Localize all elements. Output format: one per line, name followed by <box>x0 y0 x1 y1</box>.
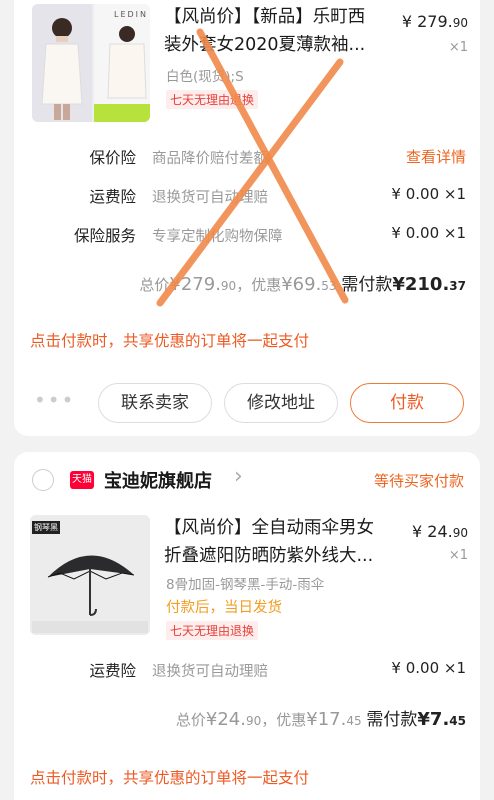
order-total-summary: 总价¥279.90，优惠¥69.53 需付款¥210.37 <box>139 270 466 295</box>
order-card-1: LEDIN 【风尚价】【新品】乐町西 装外套女2020夏薄款袖... ¥ 279… <box>14 0 480 436</box>
need-pay-amount: ¥7. <box>417 709 450 730</box>
price-decimal: 90 <box>452 16 468 30</box>
row-value-shipping-insurance: ¥ 0.00 ×1 <box>391 185 466 203</box>
need-pay-amount: ¥210. <box>392 274 450 295</box>
product-qty: ×1 <box>448 40 468 55</box>
row-desc-shipping-insurance: 退换货可自动理赔 <box>152 664 268 680</box>
product-title-line2: 折叠遮阳防晒防紫外线大... <box>164 546 374 566</box>
product-sku: 8骨加固-钢琴黑-手动-雨伞 <box>166 577 325 593</box>
order-card-2: 天猫 宝迪妮旗舰店 › 等待买家付款 钢琴黑 【风尚价】全自动雨伞男女 折叠遮阳… <box>14 452 480 800</box>
total-label: 总价 <box>175 711 206 729</box>
combined-pay-notice: 点击付款时，共享优惠的订单将一起支付 <box>30 332 310 350</box>
tmall-badge-icon: 天猫 <box>70 471 94 489</box>
product-thumbnail-blazer[interactable]: LEDIN <box>32 4 150 122</box>
row-label-insurance-service: 保险服务 <box>73 227 136 245</box>
discount-label: ，优惠 <box>261 711 307 729</box>
order-total-summary: 总价¥24.90，优惠¥17.45 需付款¥7.45 <box>176 705 466 730</box>
product-title-line2: 装外套女2020夏薄款袖... <box>164 35 366 55</box>
discount-amount-decimal: 53 <box>321 279 337 293</box>
return-badge: 七天无理由退换 <box>166 621 259 640</box>
product-qty: ×1 <box>448 548 468 563</box>
price-decimal: 90 <box>452 526 468 540</box>
chevron-right-icon[interactable]: › <box>234 464 243 489</box>
order-status: 等待买家付款 <box>373 472 464 490</box>
row-label-shipping-insurance: 运费险 <box>89 662 136 680</box>
discount-amount: ¥17. <box>306 709 347 730</box>
product-title[interactable]: 【风尚价】【新品】乐町西 装外套女2020夏薄款袖... <box>164 3 396 59</box>
view-details-link[interactable]: 查看详情 <box>406 146 466 167</box>
price-main: ¥ 279. <box>401 12 453 31</box>
return-badge: 七天无理由退换 <box>166 90 259 109</box>
product-thumbnail-umbrella[interactable]: 钢琴黑 <box>30 515 150 635</box>
product-price: ¥ 24.90 <box>412 522 468 541</box>
combined-pay-notice: 点击付款时，共享优惠的订单将一起支付 <box>30 769 310 787</box>
need-pay-decimal: 37 <box>449 279 466 293</box>
shipping-info: 付款后，当日发货 <box>166 600 282 616</box>
thumb-color-tag: 钢琴黑 <box>32 521 60 534</box>
modify-address-button[interactable]: 修改地址 <box>224 383 338 423</box>
row-label-shipping-insurance: 运费险 <box>89 188 136 206</box>
product-price: ¥ 279.90 <box>402 12 468 31</box>
more-options-icon[interactable]: ••• <box>34 388 75 412</box>
total-amount-decimal: 90 <box>245 714 262 728</box>
need-pay-label: 需付款 <box>341 275 393 295</box>
pay-button[interactable]: 付款 <box>350 383 464 423</box>
row-label-price-protection: 保价险 <box>89 149 136 167</box>
discount-amount: ¥69. <box>281 274 322 295</box>
total-label: 总价 <box>139 276 170 294</box>
product-title[interactable]: 【风尚价】全自动雨伞男女 折叠遮阳防晒防紫外线大... <box>164 514 396 570</box>
row-value-insurance-service: ¥ 0.00 ×1 <box>391 224 466 242</box>
shop-name[interactable]: 宝迪妮旗舰店 <box>104 467 212 493</box>
product-title-line1: 【风尚价】【新品】乐町西 <box>164 7 366 27</box>
row-value-shipping-insurance: ¥ 0.00 ×1 <box>391 659 466 677</box>
product-sku: 白色(现货);S <box>166 69 244 85</box>
thumb-brand-text: LEDIN <box>114 10 149 19</box>
row-desc-price-protection: 商品降价赔付差额 <box>152 151 268 167</box>
row-desc-shipping-insurance: 退换货可自动理赔 <box>152 190 268 206</box>
contact-seller-button[interactable]: 联系卖家 <box>98 383 212 423</box>
discount-label: ，优惠 <box>236 276 282 294</box>
row-desc-insurance-service: 专享定制化购物保障 <box>152 229 283 245</box>
total-amount: ¥279. <box>169 274 221 295</box>
need-pay-label: 需付款 <box>366 710 418 730</box>
total-amount-decimal: 90 <box>220 279 237 293</box>
total-amount: ¥24. <box>205 709 246 730</box>
discount-amount-decimal: 45 <box>346 714 362 728</box>
select-order-radio[interactable] <box>32 469 54 491</box>
product-title-line1: 【风尚价】全自动雨伞男女 <box>164 518 374 538</box>
blazer-image-icon <box>32 4 150 122</box>
need-pay-decimal: 45 <box>449 714 466 728</box>
price-main: ¥ 24. <box>412 522 453 541</box>
